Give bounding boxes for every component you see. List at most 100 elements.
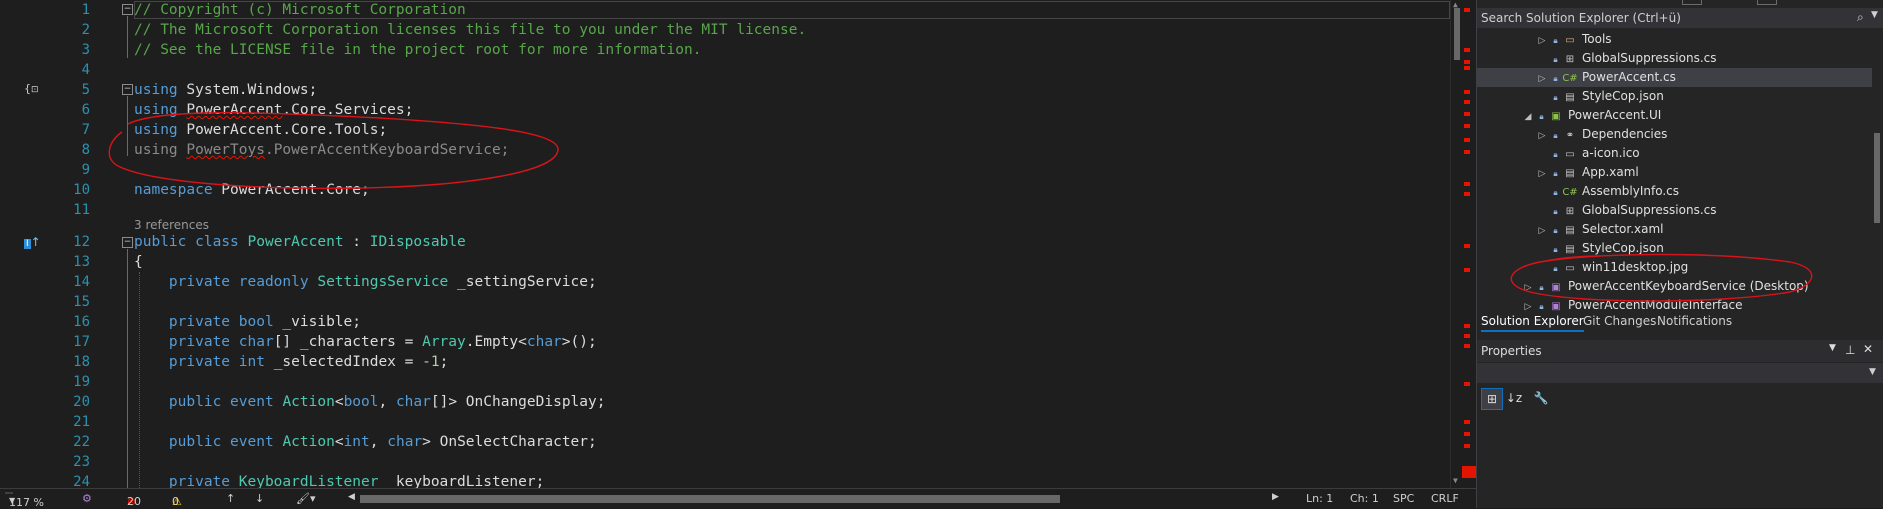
code-line[interactable]: using PowerToys.PowerAccentKeyboardServi… <box>134 140 509 160</box>
properties-object-selector[interactable]: ▼ <box>1477 363 1883 383</box>
tree-item-label: GlobalSuppressions.cs <box>1582 51 1717 65</box>
code-line[interactable]: using PowerAccent.Core.Tools; <box>134 120 387 140</box>
scroll-right-icon[interactable]: ▶ <box>1272 492 1279 502</box>
line-number: 17 <box>73 334 90 350</box>
source-control-lock-icon: 🔒︎ <box>1553 55 1558 64</box>
tree-item[interactable]: ◢ 🔒︎ ▣ PowerAccent.UI <box>1477 106 1872 125</box>
tree-item-label: win11desktop.jpg <box>1582 260 1689 274</box>
zoom-level[interactable]: 117 % ▼ <box>5 492 44 509</box>
tree-item[interactable]: 🔒︎ ▤ StyleCop.json <box>1477 87 1872 106</box>
horizontal-scroll-thumb[interactable] <box>360 495 1060 503</box>
tab-solution-explorer[interactable]: Solution Explorer <box>1481 314 1584 332</box>
source-control-lock-icon: 🔒︎ <box>1553 188 1558 197</box>
code-line[interactable]: private char[] _characters = Array.Empty… <box>134 332 597 352</box>
tree-item[interactable]: ▷ 🔒︎ ⚭ Dependencies <box>1477 125 1872 144</box>
line-number: 3 <box>81 42 90 58</box>
code-line[interactable]: public class PowerAccent : IDisposable <box>134 232 466 252</box>
properties-toolbar: ⊞ ↓z 🔧 <box>1477 386 1883 410</box>
pin-icon[interactable]: ⊥ <box>1845 343 1855 357</box>
fold-toggle-class[interactable]: − <box>122 237 133 248</box>
tree-item[interactable]: ▷ 🔒︎ ▤ Selector.xaml <box>1477 220 1872 239</box>
intellicode-icon[interactable]: ⚙ <box>82 492 92 505</box>
window-position-icon[interactable]: ▼ <box>1829 343 1836 353</box>
scroll-thumb[interactable] <box>1454 8 1460 60</box>
solution-explorer-search[interactable]: Search Solution Explorer (Ctrl+ü) ⌕ ▼ <box>1477 8 1883 28</box>
next-issue-icon[interactable]: ↓ <box>255 492 264 505</box>
indent-guide <box>139 272 140 488</box>
implements-interface-icon[interactable]: I ↑ <box>24 235 44 249</box>
tree-item-label: StyleCop.json <box>1582 241 1664 255</box>
code-line[interactable]: // Copyright (c) Microsoft Corporation <box>134 0 466 20</box>
code-line[interactable]: using System.Windows; <box>134 80 317 100</box>
source-control-lock-icon: 🔒︎ <box>1553 226 1558 235</box>
quick-actions-icon[interactable]: {⊡ <box>24 82 40 98</box>
tree-item[interactable]: 🔒︎ ▭ win11desktop.jpg <box>1477 258 1872 277</box>
tab-notifications[interactable]: Notifications <box>1657 314 1732 328</box>
line-number: 15 <box>73 294 90 310</box>
tree-item[interactable]: 🔒︎ ⊞ GlobalSuppressions.cs <box>1477 201 1872 220</box>
tree-item[interactable]: ▷ 🔒︎ C# PowerAccent.cs <box>1477 68 1872 87</box>
tree-item[interactable]: 🔒︎ C# AssemblyInfo.cs <box>1477 182 1872 201</box>
search-icon[interactable]: ⌕ <box>1857 10 1864 25</box>
code-line[interactable]: // See the LICENSE file in the project r… <box>134 40 701 60</box>
tree-item-label: AssemblyInfo.cs <box>1582 184 1680 198</box>
alphabetical-icon[interactable]: ↓z <box>1504 388 1524 408</box>
column-indicator[interactable]: Ch: 1 <box>1350 492 1379 505</box>
code-line[interactable]: namespace PowerAccent.Core; <box>134 180 370 200</box>
tree-item[interactable]: 🔒︎ ▤ StyleCop.json <box>1477 239 1872 258</box>
line-number: 13 <box>73 254 90 270</box>
property-pages-icon[interactable]: 🔧 <box>1531 388 1551 408</box>
source-control-lock-icon: 🔒︎ <box>1553 131 1558 140</box>
tree-item[interactable]: ▷ 🔒︎ ▤ App.xaml <box>1477 163 1872 182</box>
error-marker-margin[interactable] <box>1462 0 1476 488</box>
line-number: 21 <box>73 414 90 430</box>
fold-toggle-comments[interactable]: − <box>122 4 133 15</box>
code-line[interactable]: public event Action<int, char> OnSelectC… <box>134 432 597 452</box>
previous-issue-icon[interactable]: ↑ <box>226 492 235 505</box>
tree-item-label: PowerAccentKeyboardService (Desktop) <box>1568 279 1809 293</box>
tree-item-label: PowerAccent.cs <box>1582 70 1676 84</box>
line-number: 19 <box>73 374 90 390</box>
scroll-left-icon[interactable]: ◀ <box>348 492 355 502</box>
code-line[interactable]: // The Microsoft Corporation licenses th… <box>134 20 806 40</box>
code-line[interactable]: private readonly SettingsService _settin… <box>134 272 597 292</box>
fold-toggle-usings[interactable]: − <box>122 84 133 95</box>
source-control-lock-icon: 🔒︎ <box>1553 36 1558 45</box>
line-number: 2 <box>81 22 90 38</box>
tree-item-label: StyleCop.json <box>1582 89 1664 103</box>
code-line[interactable]: private bool _visible; <box>134 312 361 332</box>
tree-item[interactable]: 🔒︎ ▭ a-icon.ico <box>1477 144 1872 163</box>
source-control-lock-icon: 🔒︎ <box>1539 283 1544 292</box>
warning-count: 0 <box>172 495 179 508</box>
tree-item[interactable]: ▷ 🔒︎ ▭ Tools <box>1477 30 1872 49</box>
properties-header: Properties ▼ ⊥ ✕ <box>1477 340 1883 362</box>
code-cleanup-icon[interactable]: 🖌▾ <box>296 492 316 505</box>
line-number: 12 <box>73 234 90 250</box>
xaml-file-icon: ▤ <box>1565 225 1575 236</box>
codelens-references[interactable]: 3 references <box>134 218 209 232</box>
source-control-lock-icon: 🔒︎ <box>1553 207 1558 216</box>
folder-icon: ▭ <box>1565 35 1575 46</box>
tree-item[interactable]: ▷ 🔒︎ ▣ PowerAccentKeyboardService (Desktop) <box>1477 277 1872 296</box>
tree-item[interactable]: 🔒︎ ⊞ GlobalSuppressions.cs <box>1477 49 1872 68</box>
code-editor[interactable]: 1 2 3 4 5 6 7 8 9 10 11 12 13 14 15 16 17 18 19 20 21 22 23 24 … <box>0 0 1463 490</box>
cpp-project-icon: ▣ <box>1551 282 1561 293</box>
tab-git-changes[interactable]: Git Changes <box>1583 314 1656 328</box>
json-file-icon: ▤ <box>1565 92 1575 103</box>
tree-item-label: App.xaml <box>1582 165 1639 179</box>
solution-explorer-scrollbar[interactable] <box>1872 28 1882 308</box>
code-line[interactable]: { <box>134 252 143 272</box>
line-indicator[interactable]: Ln: 1 <box>1306 492 1333 505</box>
code-line[interactable]: using PowerAccent.Core.Services; <box>134 100 413 120</box>
code-line[interactable]: private int _selectedIndex = -1; <box>134 352 448 372</box>
close-icon[interactable]: ✕ <box>1863 342 1873 356</box>
ico-file-icon: ▭ <box>1565 149 1575 160</box>
search-options-icon[interactable]: ▼ <box>1871 10 1878 20</box>
cs-file-icon: ⊞ <box>1565 54 1575 65</box>
categorized-icon[interactable]: ⊞ <box>1481 388 1503 410</box>
search-placeholder: Search Solution Explorer (Ctrl+ü) <box>1481 11 1681 25</box>
whitespace-indicator[interactable]: SPC <box>1393 492 1414 505</box>
line-number: 6 <box>81 102 90 118</box>
line-ending-indicator[interactable]: CRLF <box>1431 492 1459 505</box>
code-line[interactable]: public event Action<bool, char[]> OnChan… <box>134 392 606 412</box>
